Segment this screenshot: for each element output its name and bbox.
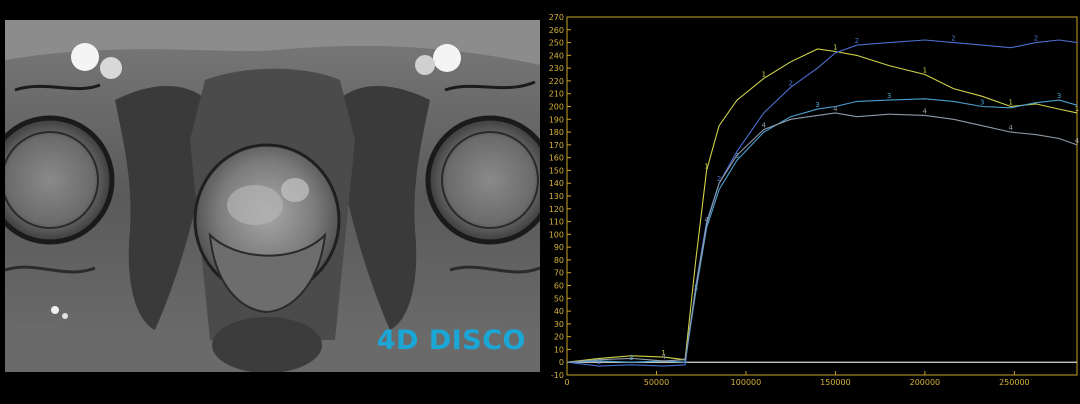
series-marker-3: 3 — [815, 101, 819, 109]
series-marker-1: 1 — [704, 162, 708, 170]
series-marker-1: 1 — [833, 44, 837, 52]
y-tick-label: 240 — [549, 51, 564, 60]
sequence-label: 4D DISCO — [376, 325, 526, 356]
plot-frame — [566, 16, 1078, 376]
y-tick-label: 70 — [554, 269, 564, 278]
y-tick-label: 170 — [549, 141, 564, 150]
series-marker-1: 1 — [923, 67, 927, 75]
series-marker-3: 3 — [980, 99, 984, 107]
series-marker-4: 4 — [762, 122, 767, 130]
y-tick-label: 20 — [554, 333, 564, 342]
y-tick-label: 180 — [549, 128, 564, 137]
y-tick-label: 250 — [549, 39, 564, 48]
x-tick-label: 150000 — [820, 378, 851, 387]
series-line-3 — [566, 98, 1078, 363]
enhancement-curve-chart: -10 0 10 20 30 40 50 60 70 80 90 100 110 120 130 140 150… — [540, 0, 1080, 400]
y-tick-label: 100 — [549, 230, 564, 239]
mri-axial-slice — [5, 20, 540, 372]
series-marker-2: 2 — [1034, 35, 1038, 43]
y-tick-label: 230 — [549, 64, 564, 73]
x-tick-label: 50000 — [644, 378, 669, 387]
y-tick-label: 60 — [554, 282, 564, 291]
y-tick-label: 10 — [554, 345, 564, 354]
y-tick-label: 150 — [549, 166, 564, 175]
y-tick-label: -10 — [551, 371, 564, 380]
y-tick-label: 110 — [549, 218, 564, 227]
series-marker-2: 2 — [788, 79, 792, 87]
series-marker-4: 4 — [1075, 137, 1080, 145]
series-marker-4: 4 — [661, 353, 666, 361]
x-tick-label: 200000 — [910, 378, 941, 387]
series-marker-4: 4 — [704, 216, 709, 224]
x-tick-label: 250000 — [999, 378, 1030, 387]
series-marker-2: 2 — [717, 175, 721, 183]
series-marker-1: 1 — [762, 70, 766, 78]
series-line-1 — [566, 48, 1078, 363]
series-marker-3: 3 — [1057, 92, 1061, 100]
series-marker-4: 4 — [833, 105, 838, 113]
y-tick-label: 130 — [549, 192, 564, 201]
y-tick-label: 80 — [554, 256, 564, 265]
y-tick-label: 220 — [549, 77, 564, 86]
y-tick-label: 90 — [554, 243, 564, 252]
y-tick-label: 120 — [549, 205, 564, 214]
chart-svg: -100102030405060708090100110120130140150… — [549, 13, 1080, 387]
mri-image-panel: 4D DISCO — [5, 20, 540, 372]
y-tick-label: 30 — [554, 320, 564, 329]
x-tick-label: 0 — [564, 378, 569, 387]
y-tick-label: 270 — [549, 13, 564, 22]
x-tick-label: 100000 — [731, 378, 762, 387]
y-tick-label: 200 — [549, 103, 564, 112]
series-marker-2: 2 — [951, 35, 955, 43]
series-marker-3: 3 — [887, 92, 891, 100]
series-line-2 — [566, 39, 1078, 367]
series-marker-1: 1 — [1075, 105, 1079, 113]
series-marker-4: 4 — [1009, 124, 1014, 132]
series-marker-1: 1 — [1009, 99, 1013, 107]
y-tick-label: 160 — [549, 154, 564, 163]
series-line-4 — [566, 112, 1078, 363]
y-tick-label: 0 — [559, 358, 564, 367]
y-tick-label: 260 — [549, 26, 564, 35]
series-marker-4: 4 — [923, 107, 928, 115]
y-tick-label: 140 — [549, 179, 564, 188]
series-marker-2: 2 — [855, 37, 859, 45]
y-tick-label: 40 — [554, 307, 564, 316]
y-tick-label: 210 — [549, 90, 564, 99]
y-tick-label: 190 — [549, 115, 564, 124]
y-tick-label: 50 — [554, 294, 564, 303]
